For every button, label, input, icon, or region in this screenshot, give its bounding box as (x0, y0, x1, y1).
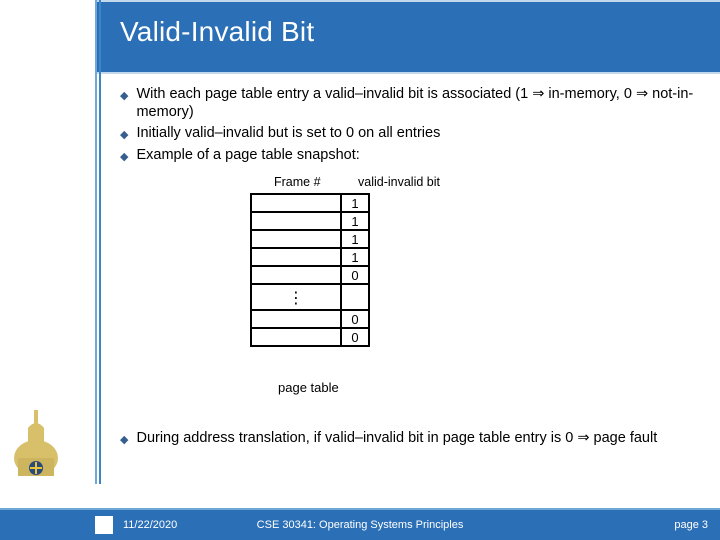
bullet-text: Initially valid–invalid but is set to 0 … (136, 125, 440, 143)
title-rule-bot (95, 72, 720, 74)
vertical-rule-inner (99, 0, 101, 484)
ellipsis-icon: ⋮ (252, 285, 342, 311)
bullet-item: ◆ Initially valid–invalid but is set to … (120, 125, 696, 143)
page-table-grid: 1 1 1 1 0 ⋮ 0 0 (250, 193, 370, 347)
frame-cell (252, 213, 342, 231)
vib-cell: 0 (342, 311, 368, 329)
bullet-text: During address translation, if valid–inv… (136, 430, 657, 448)
table-row: 0 (252, 267, 368, 285)
footer-square-icon (95, 516, 113, 534)
table-row: 1 (252, 195, 368, 213)
bullet-text: With each page table entry a valid–inval… (136, 86, 696, 121)
footer-page-number: page 3 (674, 519, 708, 531)
title-band: Valid-Invalid Bit (0, 0, 720, 72)
frame-cell (252, 267, 342, 285)
vib-cell-gap (342, 285, 368, 311)
footer-date: 11/22/2020 (123, 519, 263, 531)
frame-cell (252, 311, 342, 329)
valid-invalid-column-label: valid-invalid bit (358, 175, 440, 189)
bullet-item: ◆ With each page table entry a valid–inv… (120, 86, 696, 121)
footer-course: CSE 30341: Operating Systems Principles (257, 519, 464, 531)
table-row: 1 (252, 213, 368, 231)
vib-cell: 1 (342, 213, 368, 231)
slide: Valid-Invalid Bit ◆ With each page table… (0, 0, 720, 540)
dome-logo-icon (10, 400, 62, 478)
table-row: 1 (252, 231, 368, 249)
bullet-list-bottom: ◆ During address translation, if valid–i… (120, 430, 696, 452)
title-rule-top (95, 0, 720, 2)
bullet-text: Example of a page table snapshot: (136, 147, 359, 165)
frame-cell (252, 329, 342, 347)
footer-bar: 11/22/2020 CSE 30341: Operating Systems … (0, 510, 720, 540)
bullet-marker-icon: ◆ (120, 129, 128, 143)
table-row: 1 (252, 249, 368, 267)
frame-cell (252, 231, 342, 249)
vib-cell: 1 (342, 231, 368, 249)
bullet-marker-icon: ◆ (120, 90, 128, 121)
vib-cell: 1 (342, 195, 368, 213)
frame-cell (252, 195, 342, 213)
page-title: Valid-Invalid Bit (120, 16, 314, 48)
table-row-gap: ⋮ (252, 285, 368, 311)
bullet-marker-icon: ◆ (120, 434, 128, 448)
vib-cell: 1 (342, 249, 368, 267)
bullet-marker-icon: ◆ (120, 151, 128, 165)
frame-column-label: Frame # (274, 175, 321, 189)
vertical-rule (95, 0, 97, 484)
table-row: 0 (252, 311, 368, 329)
bullet-item: ◆ During address translation, if valid–i… (120, 430, 696, 448)
vib-cell: 0 (342, 267, 368, 285)
bullet-list-top: ◆ With each page table entry a valid–inv… (120, 86, 696, 169)
vib-cell: 0 (342, 329, 368, 347)
table-row: 0 (252, 329, 368, 347)
frame-cell (252, 249, 342, 267)
bullet-item: ◆ Example of a page table snapshot: (120, 147, 696, 165)
page-table-caption: page table (278, 380, 339, 395)
